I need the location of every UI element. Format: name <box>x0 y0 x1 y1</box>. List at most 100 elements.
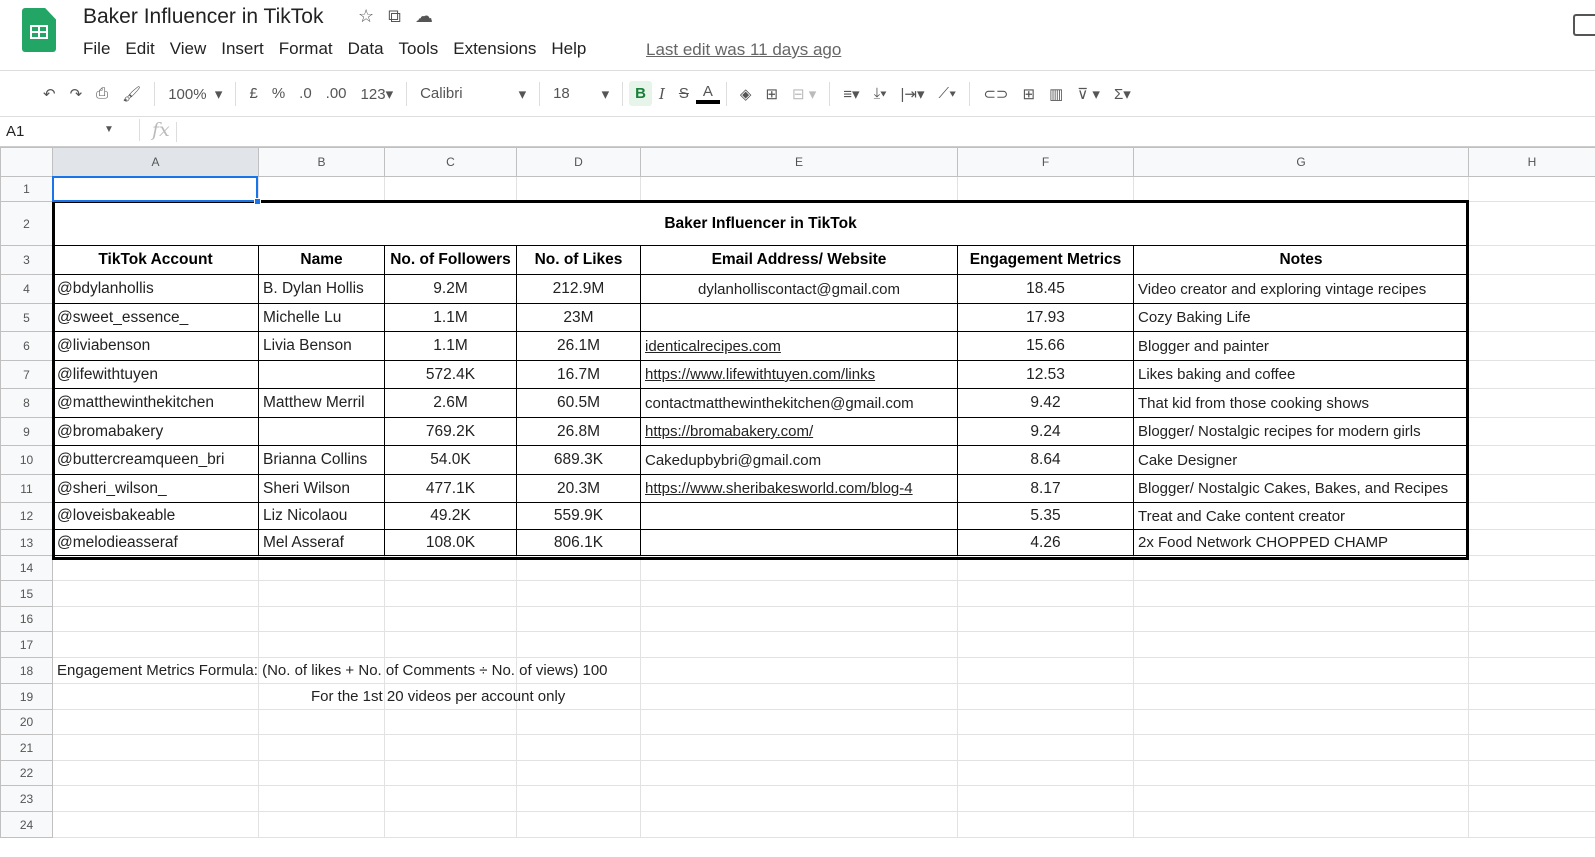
cell-E6[interactable]: identicalrecipes.com <box>640 331 958 361</box>
cell-C24[interactable] <box>384 811 517 838</box>
cell-B17[interactable] <box>258 631 385 658</box>
cell-D9[interactable]: 26.8M <box>516 417 641 446</box>
cell-B7[interactable] <box>258 360 385 389</box>
cell-G20[interactable] <box>1133 709 1469 735</box>
column-header-F[interactable]: F <box>957 147 1134 177</box>
cell-B15[interactable] <box>258 580 385 607</box>
cell-A21[interactable] <box>52 734 259 761</box>
decrease-decimal-button[interactable]: .0 <box>292 85 319 102</box>
column-header-C[interactable]: C <box>384 147 517 177</box>
cell-G9[interactable]: Blogger/ Nostalgic recipes for modern gi… <box>1133 417 1469 446</box>
cell-B3[interactable]: Name <box>258 245 385 275</box>
menu-format[interactable]: Format <box>279 39 333 59</box>
cell-G21[interactable] <box>1133 734 1469 761</box>
cell-D16[interactable] <box>516 606 641 632</box>
cell-G24[interactable] <box>1133 811 1469 838</box>
row-header-6[interactable]: 6 <box>0 331 53 361</box>
cell-B5[interactable]: Michelle Lu <box>258 303 385 332</box>
cell-A13[interactable]: @melodieasseraf <box>52 529 259 556</box>
cell-B8[interactable]: Matthew Merril <box>258 388 385 418</box>
cell-C16[interactable] <box>384 606 517 632</box>
cell-C6[interactable]: 1.1M <box>384 331 517 361</box>
cell-H13[interactable] <box>1468 529 1595 556</box>
cell-G23[interactable] <box>1133 785 1469 812</box>
cell-D19[interactable] <box>516 683 641 710</box>
cell-C7[interactable]: 572.4K <box>384 360 517 389</box>
cell-G17[interactable] <box>1133 631 1469 658</box>
cell-F15[interactable] <box>957 580 1134 607</box>
cell-D21[interactable] <box>516 734 641 761</box>
cell-C22[interactable] <box>384 760 517 786</box>
cell-A6[interactable]: @liviabenson <box>52 331 259 361</box>
cell-E1[interactable] <box>640 176 958 202</box>
cell-C3[interactable]: No. of Followers <box>384 245 517 275</box>
cell-E12[interactable] <box>640 502 958 530</box>
cell-G15[interactable] <box>1133 580 1469 607</box>
cell-A12[interactable]: @loveisbakeable <box>52 502 259 530</box>
row-header-16[interactable]: 16 <box>0 606 53 632</box>
row-header-8[interactable]: 8 <box>0 388 53 418</box>
row-header-17[interactable]: 17 <box>0 631 53 658</box>
cloud-saved-icon[interactable]: ☁ <box>415 6 433 27</box>
cell-A20[interactable] <box>52 709 259 735</box>
cell-B21[interactable] <box>258 734 385 761</box>
cell-H21[interactable] <box>1468 734 1595 761</box>
cell-E16[interactable] <box>640 606 958 632</box>
cell-E22[interactable] <box>640 760 958 786</box>
cell-C12[interactable]: 49.2K <box>384 502 517 530</box>
cell-H10[interactable] <box>1468 445 1595 475</box>
cell-F22[interactable] <box>957 760 1134 786</box>
cell-C5[interactable]: 1.1M <box>384 303 517 332</box>
cell-H3[interactable] <box>1468 245 1595 275</box>
cell-E11[interactable]: https://www.sheribakesworld.com/blog-4 <box>640 474 958 503</box>
row-header-24[interactable]: 24 <box>0 811 53 838</box>
cell-C1[interactable] <box>384 176 517 202</box>
cell-H7[interactable] <box>1468 360 1595 389</box>
cell-F18[interactable] <box>957 657 1134 684</box>
cell-A9[interactable]: @bromabakery <box>52 417 259 446</box>
cell-H8[interactable] <box>1468 388 1595 418</box>
strikethrough-button[interactable]: S <box>672 85 696 102</box>
cell-H22[interactable] <box>1468 760 1595 786</box>
comments-icon[interactable] <box>1573 14 1595 36</box>
cell-A23[interactable] <box>52 785 259 812</box>
cell-G3[interactable]: Notes <box>1133 245 1469 275</box>
cell-H6[interactable] <box>1468 331 1595 361</box>
cell-E7[interactable]: https://www.lifewithtuyen.com/links <box>640 360 958 389</box>
cell-C10[interactable]: 54.0K <box>384 445 517 475</box>
cell-F5[interactable]: 17.93 <box>957 303 1134 332</box>
column-header-A[interactable]: A <box>52 147 259 177</box>
document-title[interactable]: Baker Influencer in TikTok <box>83 5 323 29</box>
cell-B12[interactable]: Liz Nicolaou <box>258 502 385 530</box>
chart-icon[interactable]: ▥ <box>1042 85 1070 103</box>
row-header-1[interactable]: 1 <box>0 176 53 202</box>
cell-G8[interactable]: That kid from those cooking shows <box>1133 388 1469 418</box>
cell-H23[interactable] <box>1468 785 1595 812</box>
cell-D4[interactable]: 212.9M <box>516 274 641 304</box>
column-header-B[interactable]: B <box>258 147 385 177</box>
row-header-14[interactable]: 14 <box>0 555 53 581</box>
cell-C4[interactable]: 9.2M <box>384 274 517 304</box>
cell-E24[interactable] <box>640 811 958 838</box>
cell-E21[interactable] <box>640 734 958 761</box>
cell-H17[interactable] <box>1468 631 1595 658</box>
cell-A24[interactable] <box>52 811 259 838</box>
cell-A11[interactable]: @sheri_wilson_ <box>52 474 259 503</box>
cell-D1[interactable] <box>516 176 641 202</box>
cell-A19[interactable] <box>52 683 259 710</box>
cell-A14[interactable] <box>52 555 259 581</box>
cell-D15[interactable] <box>516 580 641 607</box>
text-color-button[interactable]: A <box>695 83 720 104</box>
cell-E15[interactable] <box>640 580 958 607</box>
cell-E9[interactable]: https://bromabakery.com/ <box>640 417 958 446</box>
cell-B6[interactable]: Livia Benson <box>258 331 385 361</box>
redo-icon[interactable]: ↷ <box>63 85 90 103</box>
cell-F1[interactable] <box>957 176 1134 202</box>
cell-G16[interactable] <box>1133 606 1469 632</box>
star-icon[interactable]: ☆ <box>358 6 374 27</box>
cell-B1[interactable] <box>258 176 385 202</box>
cell-D23[interactable] <box>516 785 641 812</box>
currency-button[interactable]: £ <box>242 85 264 102</box>
cell-H12[interactable] <box>1468 502 1595 530</box>
row-header-13[interactable]: 13 <box>0 529 53 556</box>
